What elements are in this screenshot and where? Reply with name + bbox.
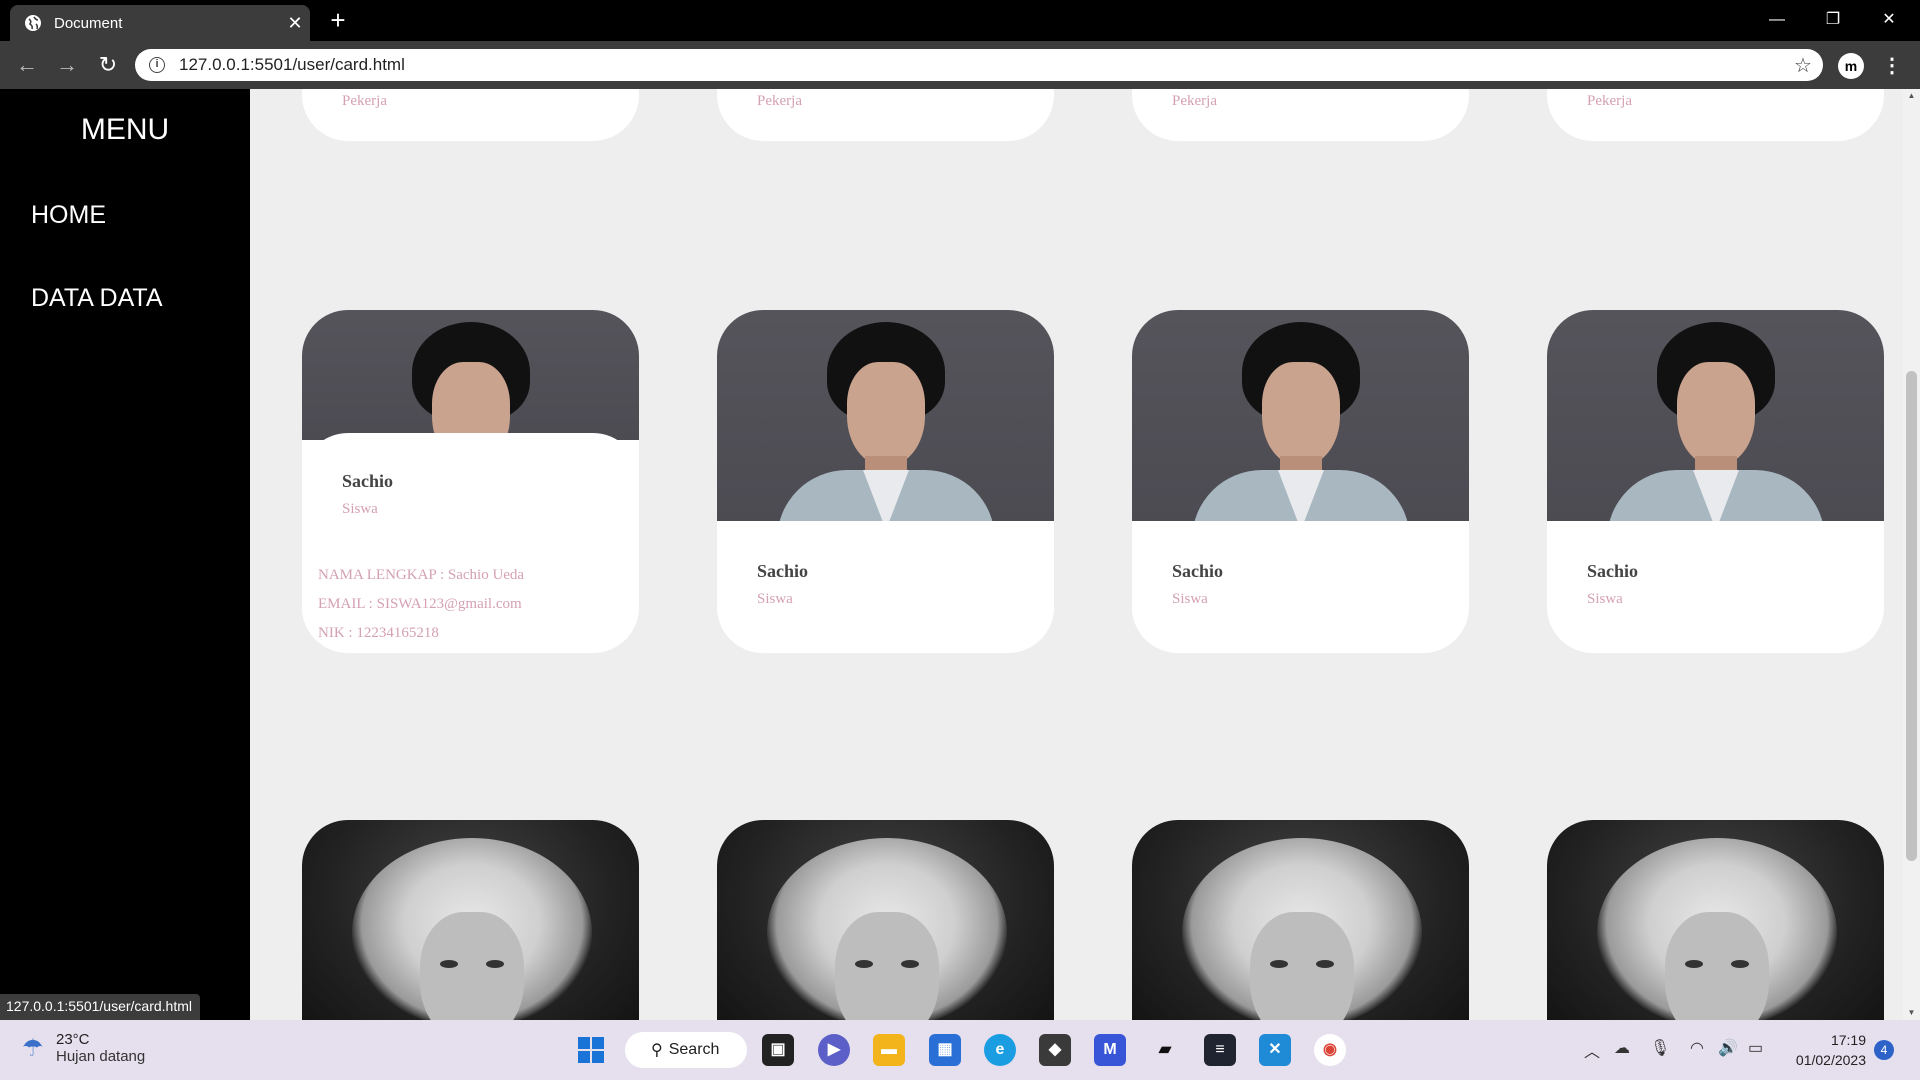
address-bar[interactable]: i 127.0.0.1:5501/user/card.html ☆ [135,49,1823,81]
sidebar-item-home[interactable]: HOME [31,201,106,230]
person-card[interactable] [302,820,639,1020]
weather-description: Hujan datang [56,1048,146,1065]
restore-icon[interactable]: ❐ [1810,6,1856,34]
card-nik: NIK : 12234165218 [318,625,439,641]
vscode-icon[interactable]: ✕ [1259,1034,1291,1066]
volume-icon[interactable]: 🔊 [1718,1038,1738,1058]
extension-icon[interactable]: m [1838,53,1864,79]
card-fullname: NAMA LENGKAP : Sachio Ueda [318,567,525,583]
sidebar: MENU HOME DATA DATA [0,89,250,1020]
card-body: Sachio Siswa [1547,521,1884,653]
store-icon[interactable]: ▦ [929,1034,961,1066]
card-email: EMAIL : SISWA123@gmail.com [318,596,522,612]
person-photo [1547,310,1884,540]
tray-overflow-chevron-icon[interactable]: ︿ [1584,1038,1600,1062]
person-card[interactable]: Sachio Siswa [1547,310,1884,653]
close-tab-icon[interactable]: ✕ [280,13,310,34]
forward-arrow-icon[interactable]: → [54,52,80,78]
browser-tab-strip: Document ✕ + — ❐ ✕ [0,0,1920,41]
link-status-bar: 127.0.0.1:5501/user/card.html [0,994,201,1020]
search-icon: ⚲ [651,1042,663,1059]
weather-temperature: 23°C [56,1031,90,1048]
new-tab-button[interactable]: + [324,6,352,34]
card-body: Sachio Siswa [1132,521,1469,653]
system-clock[interactable]: 17:19 01/02/2023 [1786,1030,1866,1070]
card-name: Sachio [757,561,809,581]
person-photo [302,310,639,466]
bookmark-star-icon[interactable]: ☆ [1783,53,1823,78]
clock-time: 17:19 [1830,1032,1866,1048]
card-role: Pekerja [1172,93,1217,109]
card-name: Sachio [342,471,394,491]
person-photo [302,820,639,1020]
umbrella-rain-icon: ☂ [22,1034,44,1062]
card-body: Sachio Siswa NAMA LENGKAP : Sachio Ueda … [302,433,639,653]
person-card-expanded[interactable]: Sachio Siswa NAMA LENGKAP : Sachio Ueda … [302,310,639,653]
windows-start-icon[interactable] [575,1034,607,1066]
card-role: Pekerja [342,93,387,109]
card-role: Siswa [1172,591,1208,607]
person-card[interactable]: Pekerja [1547,89,1884,141]
person-card[interactable]: Pekerja [717,89,1054,141]
site-info-icon[interactable]: i [149,57,165,73]
media-app-icon[interactable]: M [1094,1034,1126,1066]
browser-tab[interactable]: Document ✕ [10,5,310,41]
address-url[interactable]: 127.0.0.1:5501/user/card.html [179,55,1783,75]
task-view-icon[interactable]: ▣ [762,1034,794,1066]
card-role: Pekerja [1587,93,1632,109]
onedrive-cloud-icon[interactable]: ☁ [1614,1038,1630,1058]
reload-icon[interactable]: ↻ [95,52,121,78]
close-window-icon[interactable]: ✕ [1866,6,1912,34]
person-photo [1132,310,1469,540]
card-role: Siswa [757,591,793,607]
edge-browser-icon[interactable]: e [984,1034,1016,1066]
taskbar-search-button[interactable]: ⚲ Search [625,1032,747,1068]
person-photo [1132,820,1469,1020]
chat-icon[interactable]: ▶ [818,1034,850,1066]
person-card[interactable]: Pekerja [1132,89,1469,141]
clock-date: 01/02/2023 [1795,1052,1866,1068]
cube-app-icon[interactable]: ◆ [1039,1034,1071,1066]
minimize-icon[interactable]: — [1754,6,1800,34]
taskbar: ☂ 23°C Hujan datang ⚲ Search ▣ ▶ ▬ ▦ e ◆… [0,1020,1920,1080]
tab-title: Document [54,14,123,32]
card-name: Sachio [1172,561,1224,581]
card-name: Sachio [1587,561,1639,581]
page-scrollbar[interactable]: ▲ ▼ [1903,89,1920,1020]
sidebar-title: MENU [80,113,170,146]
browser-toolbar: ← → ↻ i 127.0.0.1:5501/user/card.html ☆ … [0,41,1920,89]
person-card[interactable]: Pekerja [302,89,639,141]
terminal-app-icon[interactable]: ▰ [1149,1034,1181,1066]
scroll-up-arrow-icon[interactable]: ▲ [1903,89,1920,103]
browser-menu-icon[interactable]: ⋮ [1882,53,1902,79]
scrollbar-thumb[interactable] [1906,371,1917,861]
card-body: Sachio Siswa [717,521,1054,653]
taskbar-search-label: Search [668,1041,720,1058]
globe-icon [25,15,41,31]
page-viewport: MENU HOME DATA DATA Pekerja Pekerja Peke… [0,89,1920,1020]
person-card[interactable]: Sachio Siswa [717,310,1054,653]
person-card[interactable]: Sachio Siswa [1132,310,1469,653]
person-card[interactable] [717,820,1054,1020]
chrome-icon[interactable]: ◉ [1314,1034,1346,1066]
dev-tool-icon[interactable]: ≡ [1204,1034,1236,1066]
sidebar-item-data[interactable]: DATA DATA [31,284,163,313]
file-explorer-icon[interactable]: ▬ [873,1034,905,1066]
person-photo [717,820,1054,1020]
card-role: Siswa [342,501,378,517]
scroll-down-arrow-icon[interactable]: ▼ [1903,1006,1920,1020]
battery-icon[interactable]: ▭ [1748,1038,1763,1058]
person-photo [1547,820,1884,1020]
back-arrow-icon[interactable]: ← [14,52,40,78]
wifi-icon[interactable]: ◠ [1690,1038,1704,1058]
card-role: Siswa [1587,591,1623,607]
card-role: Pekerja [757,93,802,109]
person-card[interactable] [1547,820,1884,1020]
weather-widget[interactable]: ☂ 23°C Hujan datang [22,1031,145,1065]
person-card[interactable] [1132,820,1469,1020]
person-photo [717,310,1054,540]
notification-badge[interactable]: 4 [1874,1040,1894,1060]
microphone-icon[interactable]: 🎙 [1650,1038,1670,1058]
